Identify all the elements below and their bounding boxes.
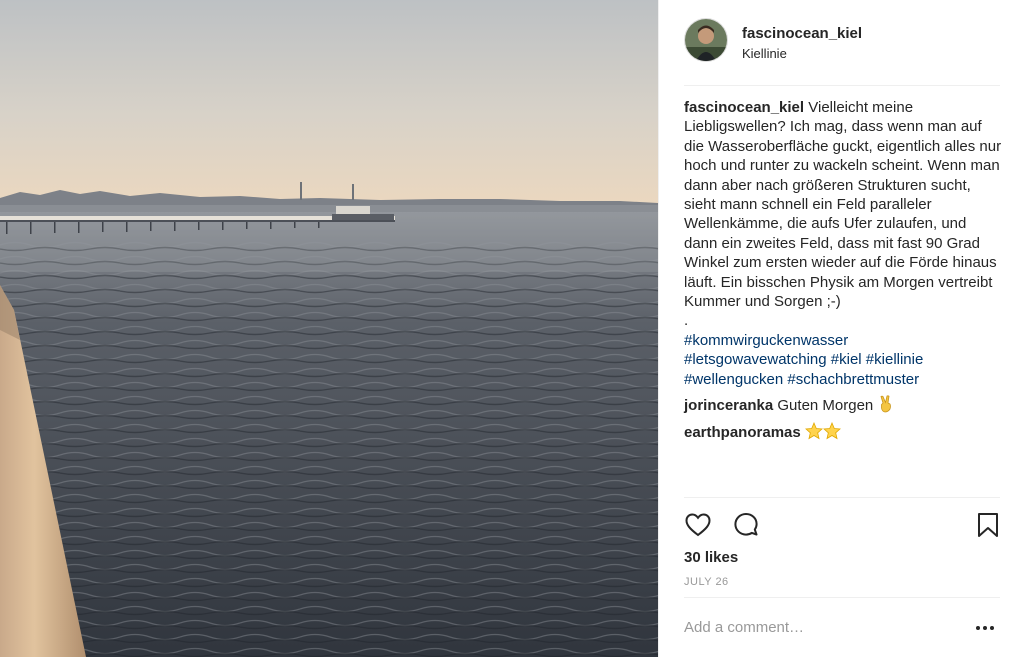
caption-username[interactable]: fascinocean_kiel <box>684 99 804 116</box>
profile-photo <box>685 19 727 61</box>
comment-item: jorinceranka Guten Morgen <box>684 395 1002 415</box>
comment-username[interactable]: earthpanoramas <box>684 424 801 441</box>
comments-section: fascinocean_kiel Vielleicht meine Liebli… <box>684 98 1002 442</box>
hashtag-link[interactable]: #kiellinie <box>866 351 924 368</box>
divider <box>684 497 1000 498</box>
action-bar <box>684 507 1000 543</box>
heart-outline-icon[interactable] <box>684 511 712 539</box>
post-details-panel: fascinocean_kiel Kiellinie fascinocean_k… <box>658 0 1024 657</box>
post-header: fascinocean_kiel Kiellinie <box>684 18 1000 86</box>
hashtag-link[interactable]: #letsgowavewatching <box>684 351 827 368</box>
post-date: JULY 26 <box>684 576 729 588</box>
post-location[interactable]: Kiellinie <box>742 46 787 61</box>
hashtag-link[interactable]: #kommwirguckenwasser <box>684 332 848 349</box>
add-comment-input[interactable] <box>684 612 964 642</box>
post-photo[interactable] <box>0 0 658 657</box>
comment-item: earthpanoramas <box>684 421 1002 442</box>
hashtag-link[interactable]: #kiel <box>831 351 862 368</box>
bookmark-outline-icon[interactable] <box>974 511 1002 539</box>
more-options-icon[interactable] <box>975 619 995 637</box>
post-username[interactable]: fascinocean_kiel <box>742 25 862 42</box>
likes-count[interactable]: 30 likes <box>684 549 738 566</box>
caption-dot: . <box>684 312 689 330</box>
star-icon <box>822 421 841 440</box>
caption: fascinocean_kiel Vielleicht meine Liebli… <box>684 98 1002 389</box>
comment-username[interactable]: jorinceranka <box>684 397 773 414</box>
harbor-water-image <box>0 0 658 657</box>
hashtag-link[interactable]: #wellengucken <box>684 371 783 388</box>
avatar[interactable] <box>684 18 728 62</box>
divider <box>684 597 1000 598</box>
hashtag-link[interactable]: #schachbrettmuster <box>787 371 919 388</box>
star-icon <box>804 421 823 440</box>
caption-text: Vielleicht meine Liebligswellen? Ich mag… <box>684 99 1002 311</box>
comment-text: Guten Morgen <box>777 397 874 415</box>
speech-bubble-icon[interactable] <box>732 511 760 539</box>
hashtag-list: #kommwirguckenwasser #letsgowavewatching… <box>684 331 1002 389</box>
victory-hand-icon <box>877 395 895 413</box>
